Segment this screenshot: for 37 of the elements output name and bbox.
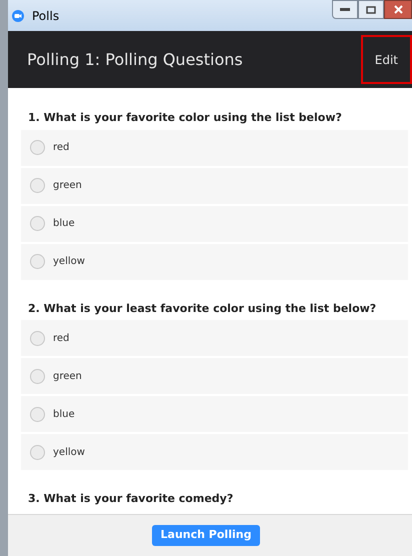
app-logo-icon	[12, 10, 24, 22]
answer-option[interactable]: yellow	[21, 434, 408, 470]
option-label: yellow	[53, 446, 85, 460]
answer-option[interactable]: blue	[21, 206, 408, 242]
radio-button[interactable]	[30, 368, 45, 384]
edit-button[interactable]: Edit	[360, 35, 412, 84]
radio-button[interactable]	[30, 444, 45, 460]
option-label: green	[53, 370, 82, 384]
poll-title: Polling 1: Polling Questions	[27, 48, 243, 70]
option-label: yellow	[53, 255, 85, 269]
option-label: red	[53, 141, 70, 155]
question-text: 2. What is your least favorite color using the list below?	[27, 300, 378, 316]
answer-option[interactable]: yellow	[21, 244, 408, 280]
radio-button[interactable]	[30, 216, 45, 231]
radio-button[interactable]	[30, 178, 45, 193]
radio-button[interactable]	[30, 330, 45, 346]
option-label: blue	[53, 408, 75, 422]
maximize-button[interactable]	[358, 0, 384, 19]
answer-option[interactable]: green	[21, 358, 408, 394]
option-label: blue	[53, 217, 75, 231]
option-label: red	[53, 332, 70, 346]
minimize-button[interactable]	[332, 0, 358, 19]
answer-option[interactable]: red	[21, 130, 408, 166]
radio-button[interactable]	[30, 254, 45, 269]
question-text: 3. What is your favorite comedy?	[27, 491, 234, 507]
minimize-icon	[340, 8, 350, 12]
close-button[interactable]	[384, 0, 412, 19]
radio-button[interactable]	[30, 406, 45, 422]
maximize-icon	[366, 6, 376, 14]
question-text: 1. What is your favorite color using the list below?	[27, 110, 343, 126]
option-label: green	[53, 179, 82, 193]
answer-option[interactable]: green	[21, 168, 408, 204]
answer-option[interactable]: blue	[21, 396, 408, 432]
radio-button[interactable]	[30, 140, 45, 155]
window-title: Polls	[32, 8, 60, 24]
close-icon	[394, 5, 402, 14]
answer-option[interactable]: red	[21, 320, 408, 356]
